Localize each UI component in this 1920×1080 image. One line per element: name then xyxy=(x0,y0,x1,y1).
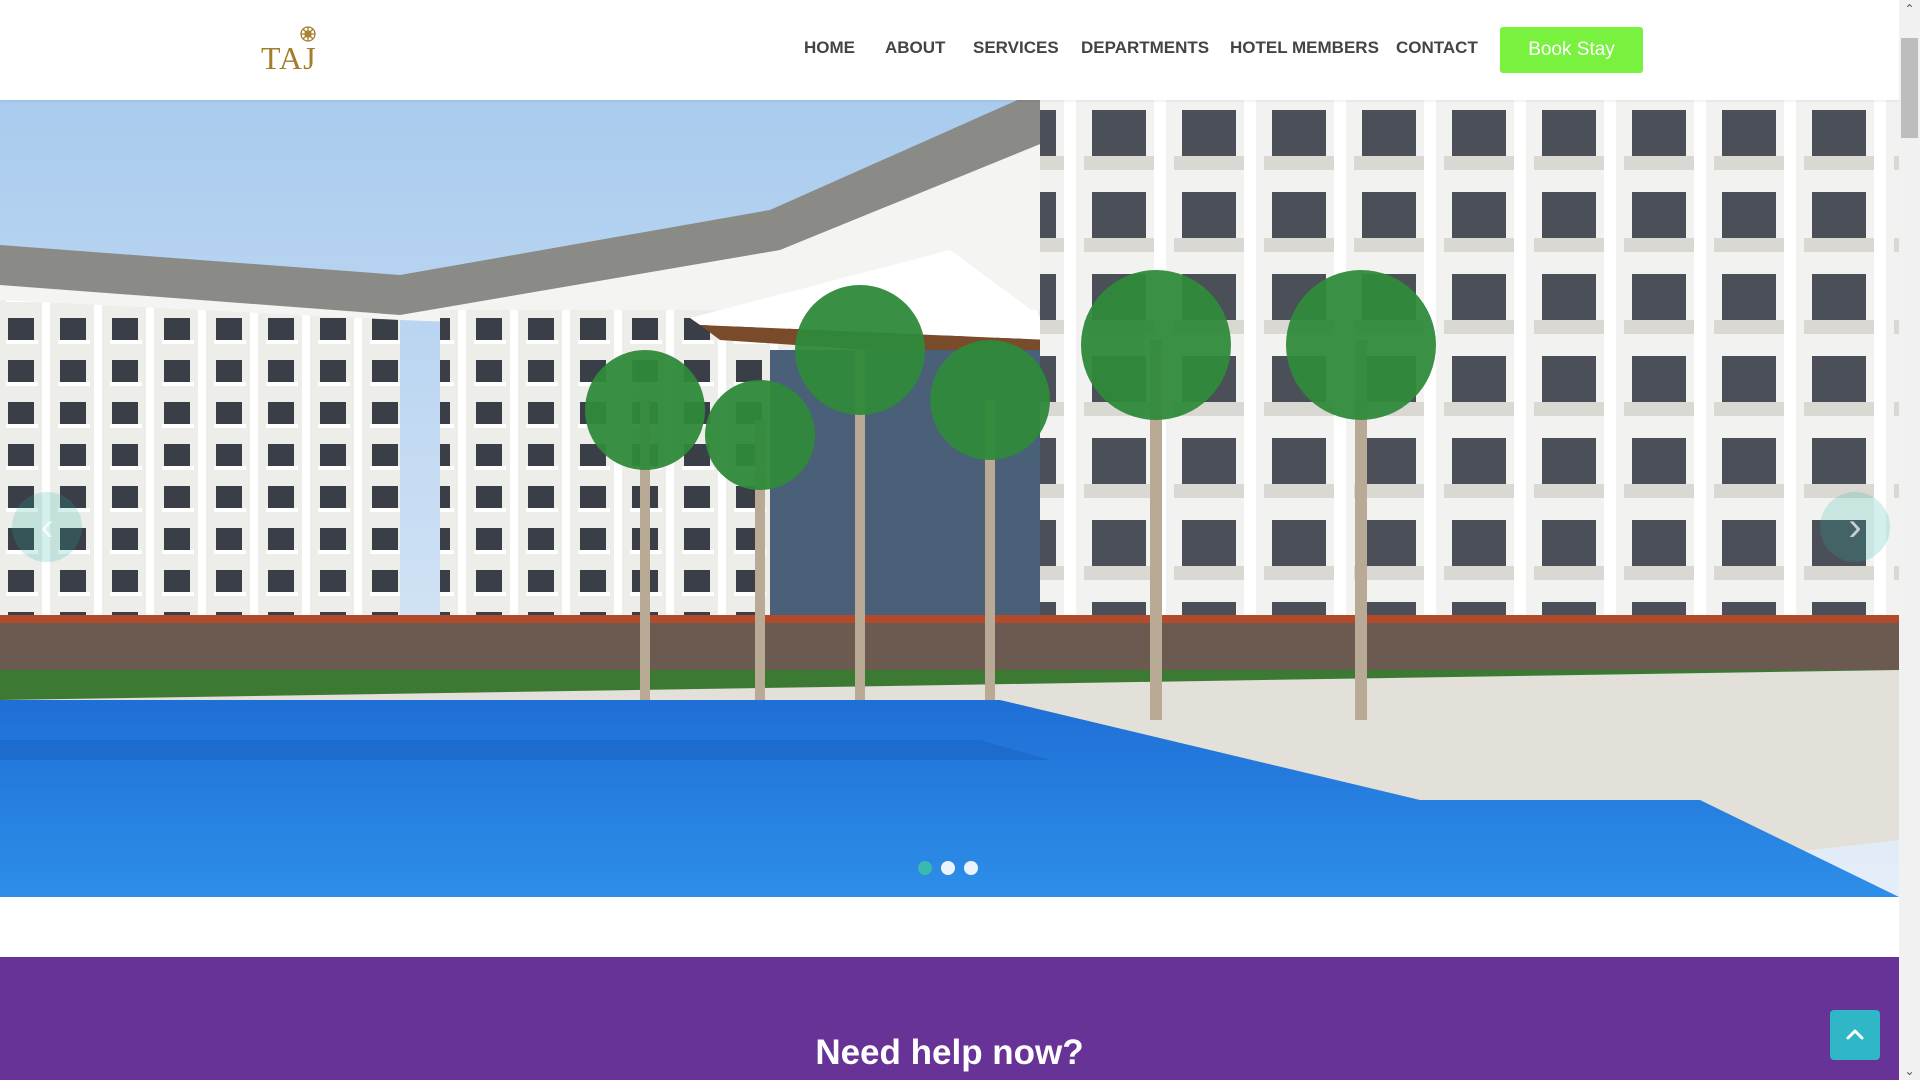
help-title: Need help now? xyxy=(815,1033,1084,1072)
logo-emblem-icon xyxy=(300,26,316,42)
nav-departments[interactable]: DEPARTMENTS xyxy=(1081,38,1209,58)
help-section: Need help now? xyxy=(0,957,1899,1080)
site-header: TAJ HOME ABOUT SERVICES DEPARTMENTS HOTE… xyxy=(0,0,1899,100)
nav-contact[interactable]: CONTACT xyxy=(1396,38,1478,58)
nav-services[interactable]: SERVICES xyxy=(973,38,1059,58)
back-to-top-button[interactable] xyxy=(1830,1010,1880,1060)
scrollbar-thumb[interactable] xyxy=(1901,38,1918,138)
scroll-down-icon[interactable]: ⌄ xyxy=(1899,1062,1920,1080)
nav-hotel-members[interactable]: HOTEL MEMBERS xyxy=(1230,38,1379,58)
slider-prev-button[interactable]: ‹ xyxy=(12,492,82,562)
hero-slider: ‹ › xyxy=(0,100,1899,897)
book-stay-button[interactable]: Book Stay xyxy=(1500,27,1643,73)
chevron-up-icon xyxy=(1846,1029,1864,1040)
taj-logo[interactable]: TAJ xyxy=(261,24,323,78)
slider-next-button[interactable]: › xyxy=(1820,492,1890,562)
slider-dot-2[interactable] xyxy=(941,861,955,875)
chevron-left-icon: ‹ xyxy=(40,504,54,549)
nav-home[interactable]: HOME xyxy=(804,38,855,58)
logo-text: TAJ xyxy=(261,40,317,76)
chevron-right-icon: › xyxy=(1848,504,1862,549)
slider-dot-3[interactable] xyxy=(964,861,978,875)
page-scrollbar[interactable]: ⌃ ⌄ xyxy=(1899,0,1920,1080)
nav-about[interactable]: ABOUT xyxy=(885,38,945,58)
scroll-up-icon[interactable]: ⌃ xyxy=(1899,0,1920,18)
hero-image xyxy=(0,100,1899,897)
slider-pagination xyxy=(918,861,978,875)
slider-dot-1[interactable] xyxy=(918,861,932,875)
